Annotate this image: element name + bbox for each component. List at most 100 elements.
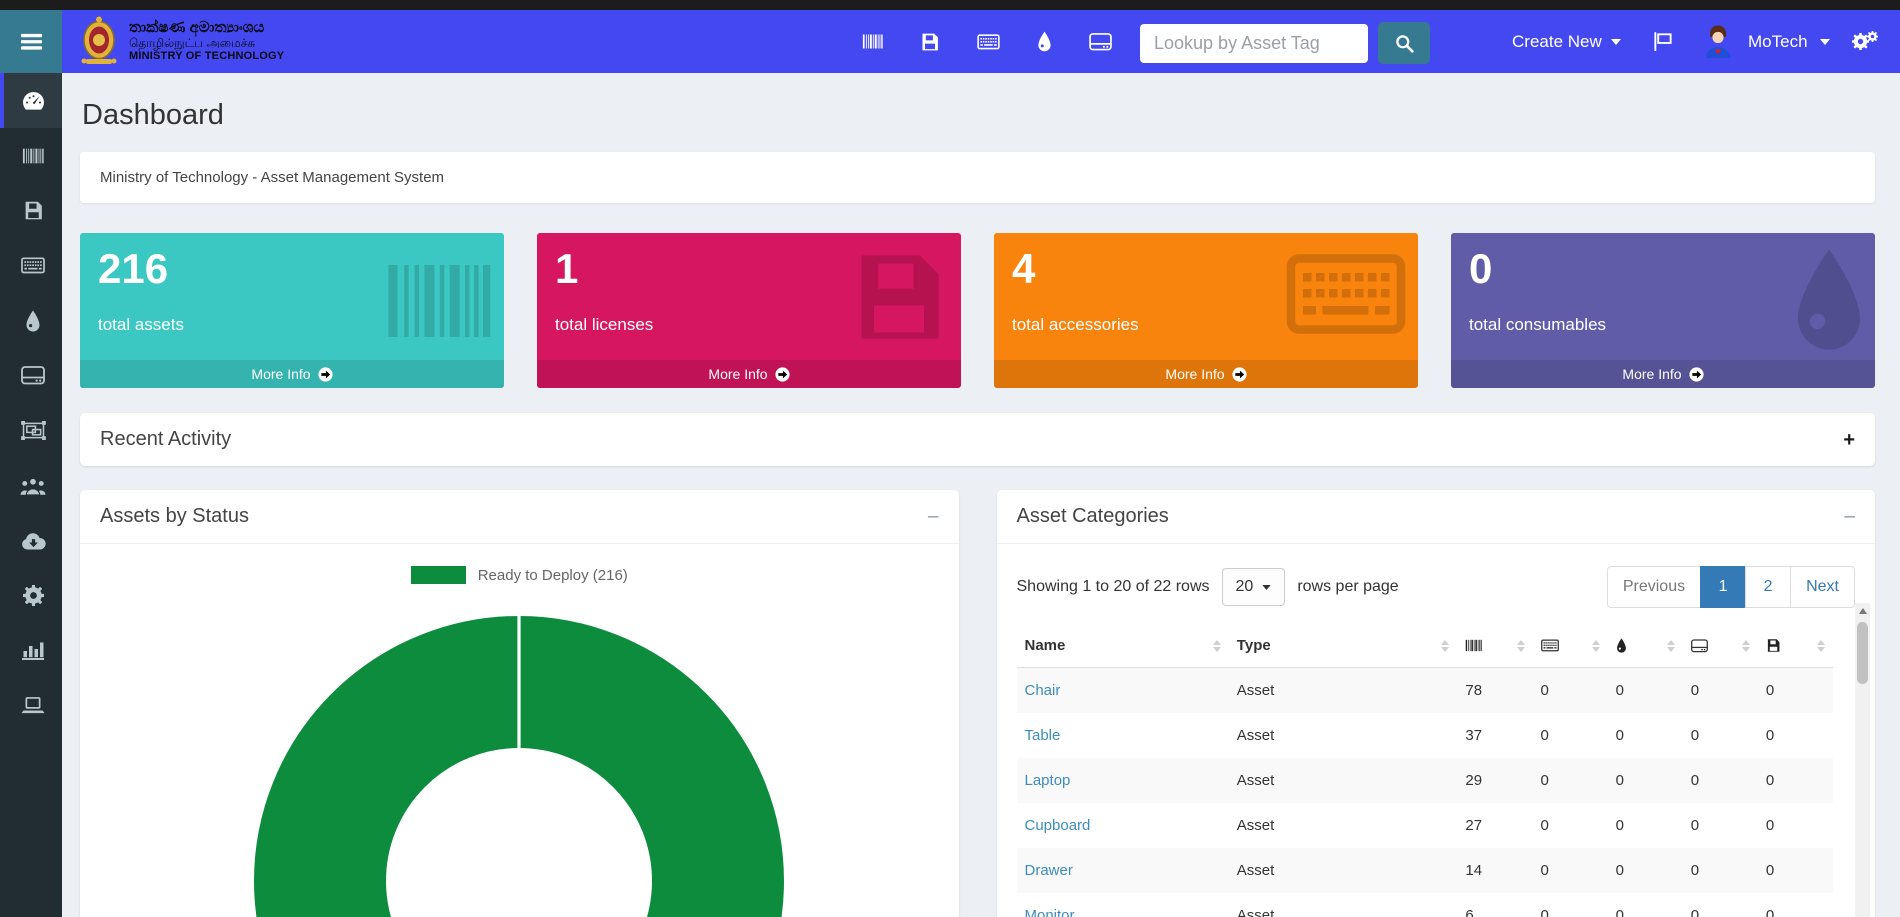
- assets-count: 78: [1457, 668, 1532, 714]
- app-logo[interactable]: තාක්ෂණ අමාත්‍යාංශය தொழில்நுட்ப அமைச்சு M…: [78, 15, 284, 67]
- flag-icon: [1652, 31, 1673, 52]
- hdd-icon: [21, 366, 45, 385]
- accessories-count: 0: [1533, 668, 1608, 714]
- column-header-accessories[interactable]: [1533, 624, 1608, 668]
- category-link[interactable]: Cupboard: [1025, 817, 1091, 834]
- collapse-panel-button[interactable]: –: [1844, 507, 1855, 526]
- hdd-icon: [1089, 33, 1112, 51]
- sidebar-item-dashboard[interactable]: [0, 73, 62, 128]
- arrow-circle-right-icon: [318, 367, 333, 382]
- sidebar-item-consumables[interactable]: [0, 293, 62, 348]
- recent-activity-header: Recent Activity +: [80, 413, 1875, 466]
- legend-swatch: [411, 566, 466, 584]
- sidebar-item-requestable[interactable]: [0, 678, 62, 733]
- category-link[interactable]: Laptop: [1025, 772, 1071, 789]
- user-menu-dropdown[interactable]: MoTech: [1700, 10, 1830, 73]
- collapse-panel-button[interactable]: –: [928, 507, 939, 526]
- logo-english: MINISTRY OF TECHNOLOGY: [129, 50, 284, 62]
- assets-quicklink[interactable]: [862, 31, 883, 52]
- consumables-quicklink[interactable]: [1037, 31, 1052, 52]
- object-group-icon: [21, 421, 46, 440]
- pagination-page-1[interactable]: 1: [1700, 566, 1746, 608]
- chart-legend[interactable]: Ready to Deploy (216): [80, 566, 959, 584]
- doughnut-chart-svg: [234, 596, 804, 917]
- sidebar-item-components[interactable]: [0, 348, 62, 403]
- more-info-label: More Info: [1165, 366, 1224, 382]
- category-type: Asset: [1229, 713, 1458, 758]
- assets-count: 6: [1457, 893, 1532, 917]
- scroll-up-arrow[interactable]: [1855, 603, 1870, 618]
- sidebar-item-accessories[interactable]: [0, 238, 62, 293]
- column-header-type[interactable]: Type: [1229, 624, 1458, 668]
- droplet-icon: [25, 310, 41, 332]
- sidebar-item-reports[interactable]: [0, 623, 62, 678]
- barcode-icon: [22, 145, 44, 167]
- arrow-circle-right-icon: [1232, 367, 1247, 382]
- column-header-consumables[interactable]: [1608, 624, 1683, 668]
- licenses-count: 0: [1758, 848, 1833, 893]
- sidebar-item-import[interactable]: [0, 513, 62, 568]
- more-info-link[interactable]: More Info: [80, 360, 504, 388]
- category-type: Asset: [1229, 803, 1458, 848]
- more-info-link[interactable]: More Info: [1451, 360, 1875, 388]
- consumables-count: 0: [1608, 758, 1683, 803]
- asset-categories-table: Name Type Chair Asset: [1017, 624, 1834, 917]
- assets-count: 14: [1457, 848, 1532, 893]
- droplet-icon: [1037, 31, 1052, 52]
- sidebar-item-licenses[interactable]: [0, 183, 62, 238]
- table-scrollbar[interactable]: [1855, 603, 1870, 917]
- more-info-link[interactable]: More Info: [994, 360, 1418, 388]
- navbar-quick-links: [862, 10, 1112, 73]
- category-link[interactable]: Drawer: [1025, 862, 1073, 879]
- accessories-count: 0: [1533, 803, 1608, 848]
- category-link[interactable]: Chair: [1025, 682, 1061, 699]
- laptop-icon: [21, 697, 45, 715]
- flag-button[interactable]: [1652, 10, 1673, 73]
- showing-rows-text: Showing 1 to 20 of 22 rows: [1017, 578, 1210, 596]
- category-link[interactable]: Monitor: [1025, 907, 1075, 917]
- sidebar-toggle-button[interactable]: [0, 10, 62, 73]
- main-content: Dashboard Ministry of Technology - Asset…: [62, 73, 1900, 917]
- logo-sinhala: තාක්ෂණ අමාත්‍යාංශය: [129, 20, 284, 37]
- category-link[interactable]: Table: [1025, 727, 1061, 744]
- sort-icon: [1213, 640, 1221, 652]
- licenses-count: 0: [1758, 893, 1833, 917]
- column-header-assets[interactable]: [1457, 624, 1532, 668]
- asset-categories-body: Showing 1 to 20 of 22 rows 20 rows per p…: [997, 544, 1876, 917]
- sidebar-item-predefined-kits[interactable]: [0, 403, 62, 458]
- gear-icon: [23, 585, 44, 606]
- user-name: MoTech: [1748, 32, 1808, 52]
- users-icon: [20, 477, 46, 495]
- pagination-next[interactable]: Next: [1790, 566, 1855, 608]
- category-type: Asset: [1229, 758, 1458, 803]
- components-quicklink[interactable]: [1089, 33, 1112, 51]
- sidebar-item-settings[interactable]: [0, 568, 62, 623]
- search-input[interactable]: [1140, 24, 1368, 63]
- sidebar-item-people[interactable]: [0, 458, 62, 513]
- stat-box-total-accessories: 4 total accessories More Info: [994, 233, 1418, 388]
- hdd-icon: [1691, 639, 1708, 653]
- components-count: 0: [1683, 758, 1758, 803]
- admin-settings-button[interactable]: [1852, 10, 1879, 73]
- column-header-components[interactable]: [1683, 624, 1758, 668]
- more-info-link[interactable]: More Info: [537, 360, 961, 388]
- accessories-count: 0: [1533, 713, 1608, 758]
- droplet-icon: [1616, 638, 1627, 653]
- table-row: Drawer Asset 14 0 0 0 0: [1017, 848, 1834, 893]
- accessories-quicklink[interactable]: [977, 34, 1000, 50]
- expand-panel-button[interactable]: +: [1843, 430, 1855, 450]
- sidebar-item-assets[interactable]: [0, 128, 62, 183]
- pagination-previous[interactable]: Previous: [1607, 566, 1701, 608]
- column-header-licenses[interactable]: [1758, 624, 1833, 668]
- licenses-quicklink[interactable]: [920, 32, 940, 52]
- cogs-icon: [1852, 31, 1879, 52]
- chevron-down-icon: [1611, 39, 1621, 45]
- table-row: Table Asset 37 0 0 0 0: [1017, 713, 1834, 758]
- window-top-strip: [0, 0, 1900, 10]
- page-size-dropdown[interactable]: 20: [1222, 568, 1286, 606]
- search-button[interactable]: [1378, 22, 1430, 64]
- scrollbar-thumb[interactable]: [1857, 622, 1868, 684]
- column-header-name[interactable]: Name: [1017, 624, 1229, 668]
- pagination-page-2[interactable]: 2: [1745, 566, 1791, 608]
- create-new-dropdown[interactable]: Create New: [1512, 10, 1621, 73]
